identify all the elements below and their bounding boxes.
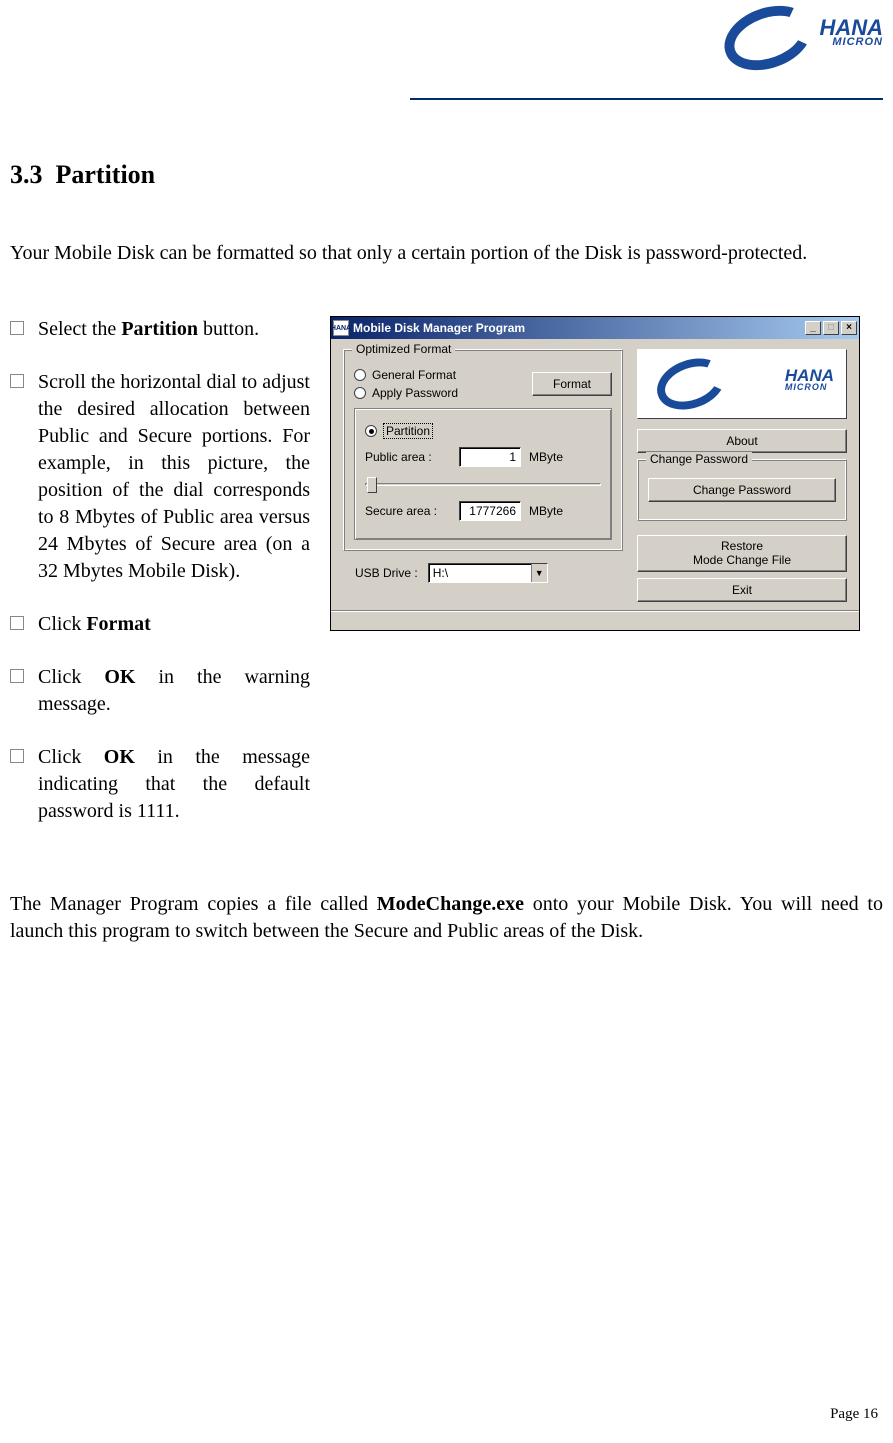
page-header: HANA MICRON bbox=[410, 0, 883, 100]
allocation-slider[interactable] bbox=[365, 475, 601, 493]
step-text: Scroll the horizontal dial to adjust the… bbox=[38, 369, 310, 585]
radio-icon bbox=[354, 387, 366, 399]
step-text: Click bbox=[38, 746, 104, 768]
logo-sub: MICRON bbox=[785, 383, 834, 391]
step-bold: OK bbox=[104, 746, 135, 768]
radio-label: Apply Password bbox=[372, 386, 458, 400]
section-title: Partition bbox=[56, 160, 156, 189]
button-line: Restore bbox=[721, 539, 763, 553]
step-text: button. bbox=[198, 318, 259, 340]
public-area-label: Public area : bbox=[365, 450, 451, 464]
step-4: Click OK in the warning message. bbox=[10, 664, 310, 718]
step-5: Click OK in the message indicating that … bbox=[10, 744, 310, 825]
section-number: 3.3 bbox=[10, 160, 43, 189]
unit-label: MByte bbox=[529, 450, 563, 464]
step-text: Click bbox=[38, 666, 104, 688]
secure-area-input[interactable] bbox=[459, 501, 521, 521]
usb-drive-select[interactable]: H:\ ▼ bbox=[428, 563, 548, 583]
apply-password-radio[interactable]: Apply Password bbox=[354, 386, 532, 400]
secure-area-label: Secure area : bbox=[365, 504, 451, 518]
about-button[interactable]: About bbox=[637, 429, 847, 453]
checkbox-icon bbox=[10, 669, 24, 683]
partition-radio[interactable]: Partition bbox=[365, 423, 601, 439]
brand-logo: HANA MICRON bbox=[723, 0, 883, 80]
slider-track bbox=[365, 483, 601, 486]
step-text: Click bbox=[38, 613, 86, 635]
step-3: Click Format bbox=[10, 611, 310, 638]
app-window: HANA Mobile Disk Manager Program _ □ × G… bbox=[330, 316, 860, 631]
chevron-down-icon: ▼ bbox=[531, 564, 547, 582]
step-bold: OK bbox=[104, 666, 135, 688]
outro-bold: ModeChange.exe bbox=[377, 893, 524, 915]
change-password-button[interactable]: Change Password bbox=[648, 478, 836, 502]
brand-logo-panel: HANA MICRON bbox=[637, 349, 847, 419]
restore-button[interactable]: Restore Mode Change File bbox=[637, 535, 847, 572]
outro-text: The Manager Program copies a file called bbox=[10, 893, 377, 915]
radio-label: General Format bbox=[372, 368, 456, 382]
checkbox-icon bbox=[10, 321, 24, 335]
usb-drive-label: USB Drive : bbox=[355, 566, 418, 580]
intro-paragraph: Your Mobile Disk can be formatted so tha… bbox=[10, 240, 883, 266]
slider-thumb-icon[interactable] bbox=[367, 477, 377, 493]
steps-list: Select the Partition button. Scroll the … bbox=[10, 316, 310, 851]
general-format-radio[interactable]: General Format bbox=[354, 368, 532, 382]
status-bar bbox=[331, 610, 859, 630]
step-bold: Format bbox=[86, 613, 150, 635]
logo-swoosh-icon bbox=[650, 349, 732, 418]
step-2: Scroll the horizontal dial to adjust the… bbox=[10, 369, 310, 585]
logo-swoosh-icon bbox=[715, 0, 820, 82]
checkbox-icon bbox=[10, 616, 24, 630]
step-text: Select the bbox=[38, 318, 121, 340]
close-button[interactable]: × bbox=[841, 321, 857, 335]
outro-paragraph: The Manager Program copies a file called… bbox=[10, 891, 883, 945]
partition-group: Partition Public area : MByte Secur bbox=[354, 408, 612, 540]
titlebar[interactable]: HANA Mobile Disk Manager Program _ □ × bbox=[331, 317, 859, 339]
exit-button[interactable]: Exit bbox=[637, 578, 847, 602]
change-password-group: Change Password bbox=[637, 459, 847, 521]
select-value: H:\ bbox=[429, 564, 531, 582]
step-bold: Partition bbox=[121, 318, 198, 340]
radio-icon bbox=[365, 425, 377, 437]
checkbox-icon bbox=[10, 374, 24, 388]
minimize-button[interactable]: _ bbox=[805, 321, 821, 335]
optimized-format-group: General Format Apply Password Format bbox=[343, 349, 623, 551]
format-button[interactable]: Format bbox=[532, 372, 612, 396]
logo-text: HANA MICRON bbox=[819, 18, 883, 48]
button-line: Mode Change File bbox=[693, 553, 791, 567]
step-1: Select the Partition button. bbox=[10, 316, 310, 343]
app-icon: HANA bbox=[333, 320, 349, 336]
checkbox-icon bbox=[10, 749, 24, 763]
maximize-button[interactable]: □ bbox=[823, 321, 839, 335]
unit-label: MByte bbox=[529, 504, 563, 518]
window-title: Mobile Disk Manager Program bbox=[353, 321, 525, 335]
public-area-input[interactable] bbox=[459, 447, 521, 467]
page-number: Page 16 bbox=[830, 1406, 878, 1423]
radio-icon bbox=[354, 369, 366, 381]
radio-label: Partition bbox=[383, 423, 433, 439]
section-heading: 3.3 Partition bbox=[10, 160, 883, 190]
